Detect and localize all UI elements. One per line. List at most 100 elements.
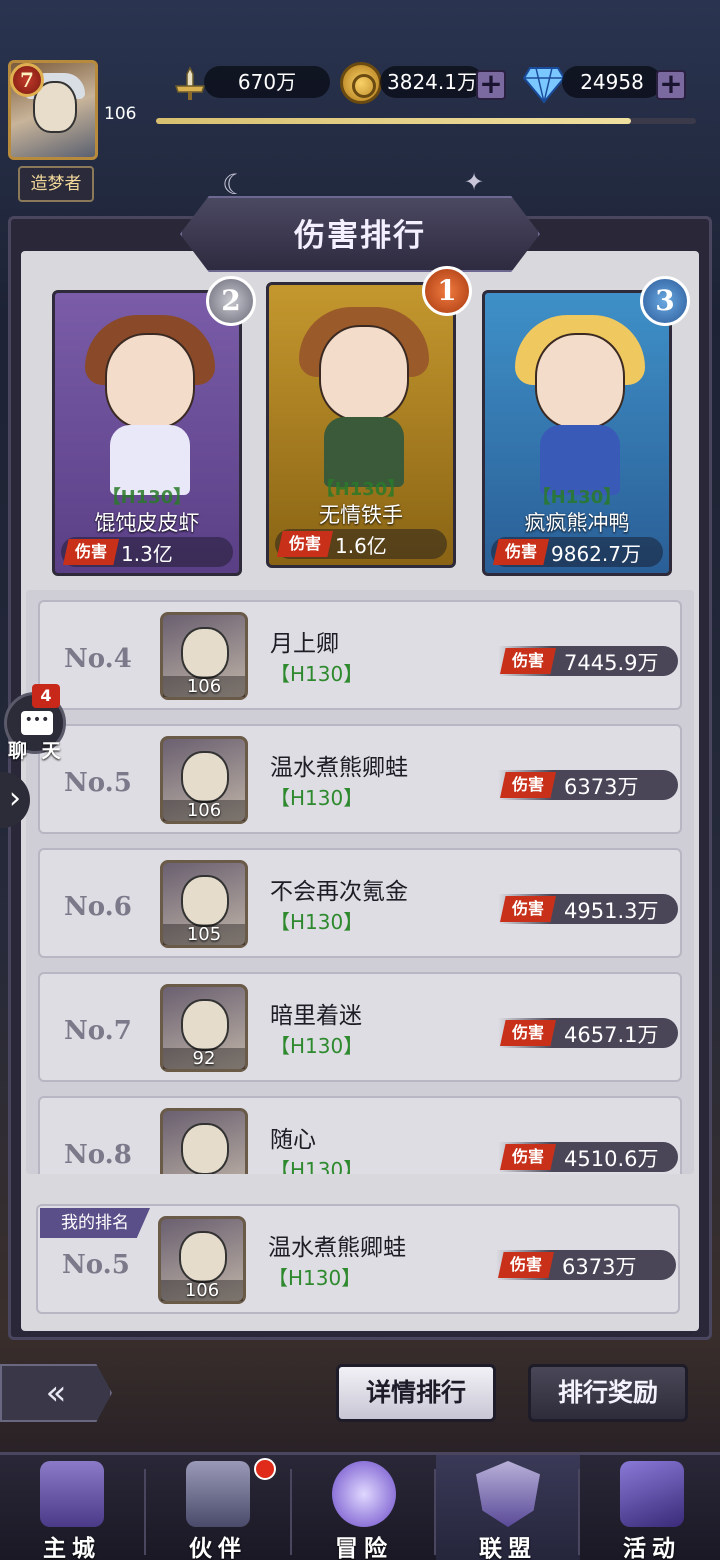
- exp-bar-fill: [156, 118, 632, 124]
- nav-label: 联盟: [479, 1536, 537, 1560]
- table-row[interactable]: No.4 106 月上卿 【H130】 伤害 7445.9万: [38, 600, 682, 710]
- player-tier: 【H130】: [270, 1034, 364, 1058]
- chat-label[interactable]: 聊 天: [8, 736, 65, 763]
- podium-name: 馄饨皮皮虾: [94, 511, 200, 535]
- player-name: 不会再次氪金: [270, 879, 408, 905]
- my-rank-row[interactable]: 我的排名 No.5 106 温水煮熊卿蛙 【H130】 伤害 6373万: [36, 1204, 680, 1314]
- rank-number: No.5: [62, 1250, 130, 1280]
- silver-medal-icon: 2: [206, 276, 256, 326]
- nav-label: 冒险: [335, 1536, 393, 1560]
- chat-unread-badge: 4: [32, 684, 60, 708]
- rank-number: No.6: [64, 892, 132, 922]
- podium-tier: 【H130】: [102, 487, 192, 508]
- damage-display: 伤害 4657.1万: [498, 1018, 678, 1048]
- add-gold-button[interactable]: +: [476, 70, 506, 100]
- coin-icon: [340, 62, 382, 104]
- damage-value: 4657.1万: [564, 1023, 659, 1047]
- alliance-icon: [476, 1461, 540, 1527]
- player-tier: 【H130】: [268, 1266, 362, 1290]
- damage-tag: 伤害: [500, 1020, 556, 1046]
- detail-ranking-button[interactable]: 详情排行: [336, 1364, 496, 1422]
- damage-tag: 伤害: [498, 1252, 554, 1278]
- star-icon: ✦: [464, 168, 485, 196]
- moon-icon: ☾: [222, 168, 248, 201]
- avatar-level: 106: [163, 676, 245, 697]
- nav-item-adventure[interactable]: 冒险: [292, 1455, 436, 1560]
- podium-tier: 【H130】: [532, 487, 622, 508]
- damage-tag: 伤害: [500, 1144, 556, 1170]
- panel-title: 伤害排行: [294, 218, 426, 254]
- add-diamond-button[interactable]: +: [656, 70, 686, 100]
- nav-item-main-city[interactable]: 主城: [0, 1455, 144, 1560]
- diamond-icon: [522, 67, 566, 104]
- player-avatar[interactable]: 106: [158, 1216, 246, 1304]
- nav-label: 主城: [43, 1536, 101, 1560]
- player-avatar[interactable]: [160, 1108, 248, 1174]
- damage-display: 伤害 4510.6万: [498, 1142, 678, 1172]
- player-level: 106: [104, 104, 137, 124]
- damage-tag: 伤害: [493, 539, 549, 565]
- cards-icon: [620, 1461, 684, 1527]
- podium-card-rank-3[interactable]: 【H130】 疯疯熊冲鸭 伤害 9862.7万: [482, 290, 672, 576]
- nav-label: 活动: [623, 1536, 681, 1560]
- damage-value: 1.3亿: [121, 542, 173, 566]
- podium-damage: 伤害 1.6亿: [275, 529, 447, 559]
- notification-dot: [254, 1458, 276, 1480]
- podium-tier: 【H130】: [316, 479, 406, 500]
- rank-number: No.8: [64, 1140, 132, 1170]
- nav-item-alliance[interactable]: 联盟: [436, 1455, 580, 1560]
- podium-name: 疯疯熊冲鸭: [524, 511, 630, 535]
- avatar-face: [181, 999, 229, 1051]
- gold-medal-icon: 1: [422, 266, 472, 316]
- ranking-reward-button[interactable]: 排行奖励: [528, 1364, 688, 1422]
- damage-display: 伤害 4951.3万: [498, 894, 678, 924]
- player-avatar[interactable]: 105: [160, 860, 248, 948]
- character-portrait: [535, 333, 625, 429]
- table-row[interactable]: No.6 105 不会再次氪金 【H130】 伤害 4951.3万: [38, 848, 682, 958]
- player-avatar[interactable]: 106: [160, 612, 248, 700]
- damage-tag: 伤害: [277, 531, 333, 557]
- avatar-level: 106: [163, 800, 245, 821]
- podium-card-rank-1[interactable]: 【H130】 无情铁手 伤害 1.6亿: [266, 282, 456, 568]
- avatar-face: [181, 751, 229, 803]
- table-row[interactable]: No.7 92 暗里着迷 【H130】 伤害 4657.1万: [38, 972, 682, 1082]
- podium-card-rank-2[interactable]: 【H130】 馄饨皮皮虾 伤害 1.3亿: [52, 290, 242, 576]
- podium-damage: 伤害 9862.7万: [491, 537, 663, 567]
- avatar-face: [179, 1231, 227, 1283]
- avatar-face: [181, 875, 229, 927]
- damage-value: 4951.3万: [564, 899, 659, 923]
- podium-damage: 伤害 1.3亿: [61, 537, 233, 567]
- podium-name: 无情铁手: [319, 503, 403, 527]
- damage-display: 伤害 6373万: [496, 1250, 676, 1280]
- adventure-icon: [332, 1461, 396, 1527]
- character-portrait: [105, 333, 195, 429]
- damage-value: 6373万: [562, 1255, 637, 1279]
- player-avatar[interactable]: 92: [160, 984, 248, 1072]
- player-tier: 【H130】: [270, 910, 364, 934]
- damage-value: 1.6亿: [335, 534, 387, 558]
- diamond-value: 24958: [562, 66, 662, 98]
- castle-icon: [40, 1461, 104, 1527]
- damage-tag: 伤害: [500, 648, 556, 674]
- rank-number: No.5: [64, 768, 132, 798]
- damage-display: 伤害 6373万: [498, 770, 678, 800]
- avatar-face: [181, 1123, 229, 1174]
- damage-tag: 伤害: [500, 896, 556, 922]
- partner-icon: [186, 1461, 250, 1527]
- player-name: 暗里着迷: [270, 1003, 362, 1029]
- player-title-badge[interactable]: 造梦者: [18, 166, 94, 202]
- character-portrait: [319, 325, 409, 421]
- table-row[interactable]: No.8 随心 【H130】 伤害 4510.6万: [38, 1096, 682, 1174]
- power-value: 670万: [204, 66, 330, 98]
- ranking-list[interactable]: No.4 106 月上卿 【H130】 伤害 7445.9万 No.5 106 …: [26, 590, 694, 1174]
- damage-tag: 伤害: [63, 539, 119, 565]
- damage-display: 伤害 7445.9万: [498, 646, 678, 676]
- player-avatar[interactable]: 106: [160, 736, 248, 824]
- damage-value: 7445.9万: [564, 651, 659, 675]
- damage-value: 6373万: [564, 775, 639, 799]
- table-row[interactable]: No.5 106 温水煮熊卿蛙 【H130】 伤害 6373万: [38, 724, 682, 834]
- damage-value: 9862.7万: [551, 542, 641, 566]
- nav-item-activity[interactable]: 活动: [580, 1455, 720, 1560]
- back-button[interactable]: «: [0, 1364, 112, 1422]
- player-name: 温水煮熊卿蛙: [268, 1235, 406, 1261]
